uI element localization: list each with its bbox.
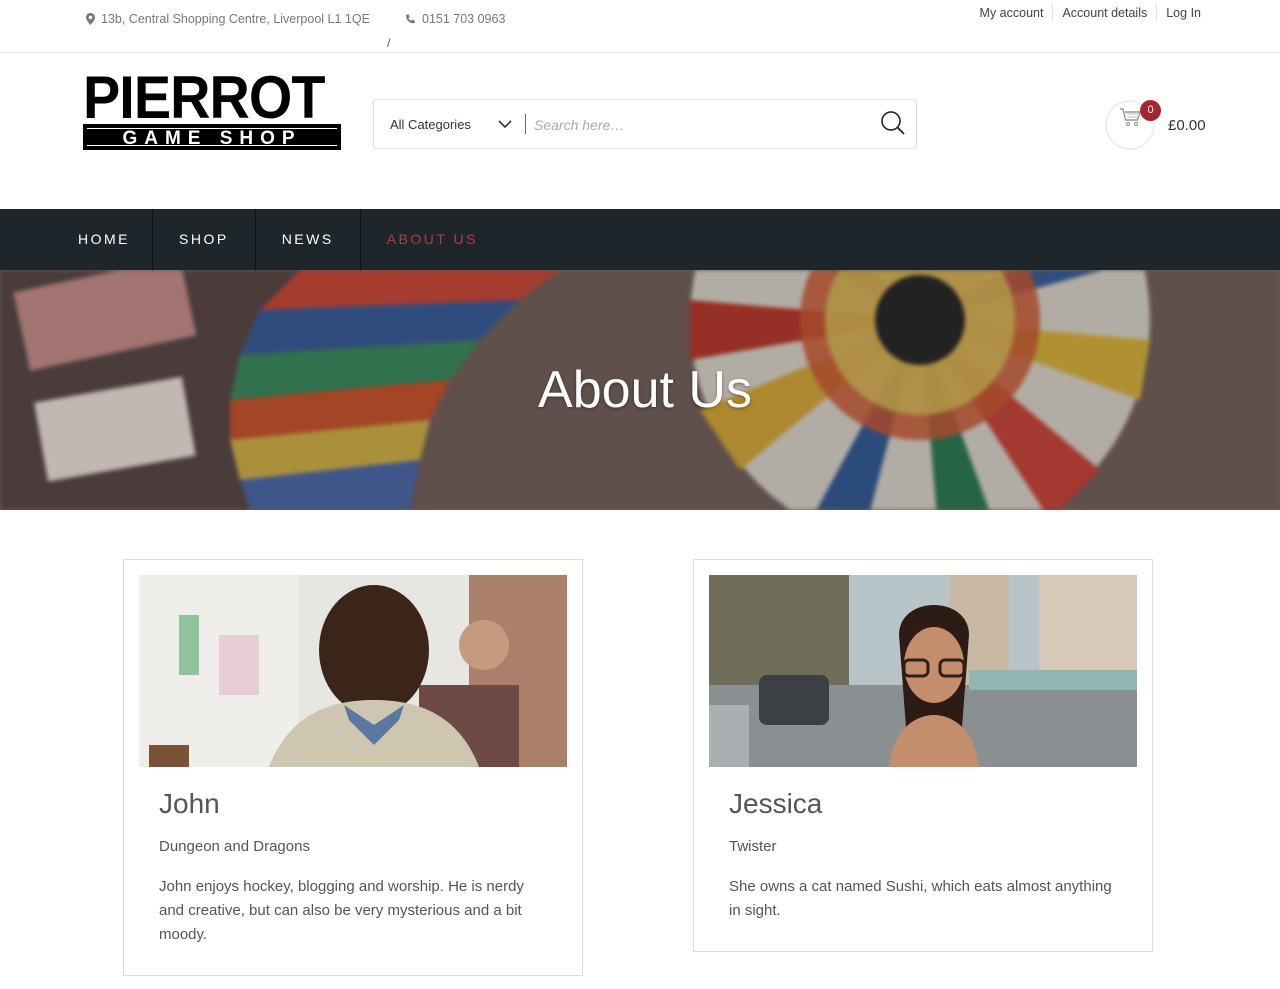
hero-banner: About Us bbox=[0, 270, 1280, 510]
john-portrait-image bbox=[139, 575, 567, 767]
category-select[interactable]: All Categories bbox=[390, 117, 471, 132]
cart-button[interactable]: 0 bbox=[1105, 100, 1161, 150]
product-search: All Categories bbox=[373, 99, 917, 149]
team-member-favorite-game: Dungeon and Dragons bbox=[159, 838, 310, 855]
logo-subtitle: GAME SHOP bbox=[83, 124, 341, 150]
team-member-photo bbox=[139, 575, 567, 767]
team-member-name: Jessica bbox=[729, 788, 823, 819]
log-in-link[interactable]: Log In bbox=[1156, 5, 1201, 22]
account-links: My account Account details Log In bbox=[971, 5, 1201, 22]
search-icon[interactable] bbox=[880, 110, 906, 136]
nav-home[interactable]: HOME bbox=[0, 209, 153, 270]
team-member-card: Jessica Twister She owns a cat named Sus… bbox=[693, 559, 1153, 952]
main-navigation: HOME SHOP NEWS ABOUT US bbox=[0, 209, 1280, 270]
my-account-link[interactable]: My account bbox=[971, 5, 1053, 22]
team-member-name: John bbox=[159, 788, 220, 819]
phone-text: 0151 703 0963 bbox=[422, 12, 506, 26]
site-logo[interactable]: PIERROT GAME SHOP bbox=[83, 68, 341, 150]
chevron-down-icon[interactable] bbox=[498, 117, 512, 131]
nav-news[interactable]: NEWS bbox=[256, 209, 361, 270]
nav-about-us[interactable]: ABOUT US bbox=[361, 209, 504, 270]
team-member-bio: She owns a cat named Sushi, which eats a… bbox=[729, 878, 1112, 919]
logo-wordmark: PIERROT bbox=[83, 64, 325, 131]
search-input[interactable] bbox=[534, 112, 864, 138]
top-bar: 13b, Central Shopping Centre, Liverpool … bbox=[0, 0, 1280, 53]
team-member-bio: John enjoys hockey, blogging and worship… bbox=[159, 878, 524, 943]
jessica-portrait-image bbox=[709, 575, 1137, 767]
store-phone: 0151 703 0963 bbox=[405, 12, 505, 26]
nav-shop[interactable]: SHOP bbox=[153, 209, 256, 270]
breadcrumb-separator: / bbox=[387, 36, 391, 50]
team-member-photo bbox=[709, 575, 1137, 767]
page-title: About Us bbox=[538, 361, 752, 419]
search-divider bbox=[525, 114, 526, 134]
cart-total[interactable]: £0.00 bbox=[1168, 117, 1206, 134]
store-address: 13b, Central Shopping Centre, Liverpool … bbox=[86, 12, 370, 26]
phone-icon bbox=[406, 14, 415, 23]
cart-count-badge: 0 bbox=[1140, 100, 1161, 121]
team-member-card: John Dungeon and Dragons John enjoys hoc… bbox=[123, 559, 583, 976]
account-details-link[interactable]: Account details bbox=[1052, 5, 1156, 22]
team-member-favorite-game: Twister bbox=[729, 838, 777, 855]
address-text: 13b, Central Shopping Centre, Liverpool … bbox=[101, 12, 370, 26]
location-pin-icon bbox=[86, 13, 95, 25]
